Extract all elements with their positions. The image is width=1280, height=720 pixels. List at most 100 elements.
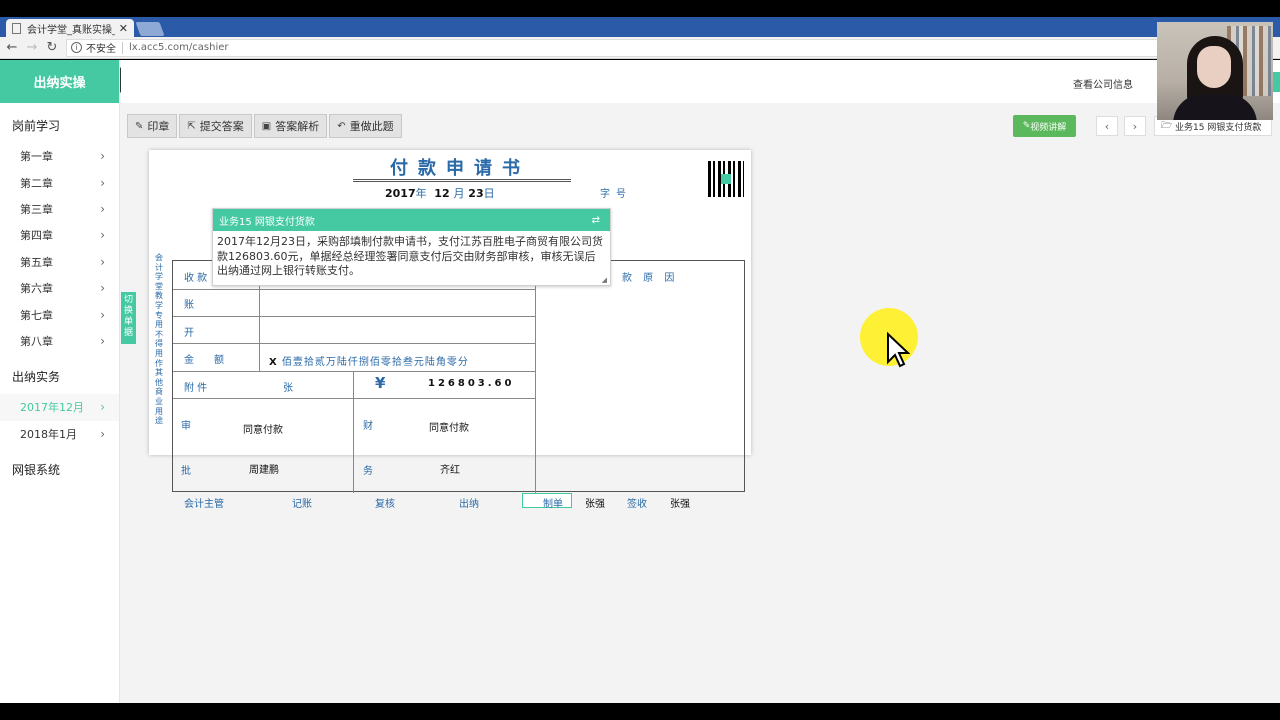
finance-label-wu: 务 — [363, 466, 373, 477]
stamp-label: 印章 — [147, 120, 170, 133]
task-popup[interactable]: 业务15 网银支付货款 ⇄ 2017年12月23日，采购部填制付款申请书，支付江… — [212, 208, 611, 286]
switch-document-tab[interactable]: 切换单据 — [121, 292, 136, 344]
next-button[interactable]: › — [1124, 116, 1146, 136]
view-company-info-link[interactable]: 查看公司信息 — [1073, 76, 1133, 91]
footer-review: 复核 — [375, 499, 395, 510]
chevron-right-icon: › — [100, 281, 105, 296]
date-year: 2017 — [385, 187, 416, 200]
url-text: lx.acc5.com/cashier — [129, 42, 229, 53]
presenter-body — [1173, 94, 1257, 120]
resize-handle-icon[interactable]: ◢ — [602, 276, 607, 284]
answer-analysis-button[interactable]: ▣ 答案解析 — [253, 114, 328, 138]
mouse-cursor-icon — [887, 332, 910, 368]
chevron-right-icon: › — [100, 228, 105, 243]
chevron-right-icon: › — [100, 400, 105, 415]
finance-person: 齐红 — [440, 465, 460, 476]
qr-code — [708, 161, 744, 197]
reload-icon[interactable]: ↻ — [44, 40, 60, 55]
sidebar-item[interactable]: 第一章 › — [0, 143, 119, 169]
back-icon[interactable]: ← — [4, 40, 20, 55]
video-explanation-button[interactable]: ✎ 视频讲解 — [1013, 115, 1076, 137]
letterbox-bottom — [0, 703, 1280, 720]
approval-text: 同意付款 — [243, 425, 283, 436]
new-tab-button[interactable] — [135, 22, 165, 36]
sidebar-item[interactable]: 2017年12月 › — [0, 394, 119, 421]
prev-button[interactable]: ‹ — [1096, 116, 1118, 136]
address-bar: ← → ↻ i 不安全 lx.acc5.com/cashier — [0, 37, 1280, 59]
date-month: 12 — [434, 187, 450, 200]
webcam-overlay — [1157, 22, 1273, 120]
payment-request-form: 付款申请书 2017年 12 月 23日 字号 会计学堂教学专用不得用作其他商业… — [149, 150, 751, 510]
info-icon[interactable]: i — [71, 42, 82, 53]
video-label: 视频讲解 — [1030, 122, 1067, 133]
attachment-label: 附 件 — [184, 383, 208, 394]
zihao-label: 字号 — [600, 189, 632, 200]
amount-words: 佰壹拾贰万陆仟捌佰零拾叁元陆角零分 — [281, 357, 469, 368]
swap-icon[interactable]: ⇄ — [592, 215, 600, 226]
grid-line — [173, 316, 535, 317]
footer-signer: 张强 — [670, 499, 690, 510]
amount-in-words: X 佰壹拾贰万陆仟捌佰零拾叁元陆角零分 — [269, 353, 469, 368]
page: 出纳实操 岗前学习 第一章 › 第二章 › 第三章 › 第四章 › 第五章 › 第六章 › 第七章 › 第八章… — [0, 60, 1280, 703]
submit-answer-button[interactable]: ⇱ 提交答案 — [179, 114, 252, 138]
chevron-right-icon: › — [100, 254, 105, 269]
browser-tab-bar: 会计学堂_真账实操_出纳 ✕ — [0, 17, 1280, 37]
title-underline — [353, 179, 571, 182]
sidebar-item[interactable]: 第七章 › — [0, 301, 119, 327]
sidebar-section-title[interactable]: 岗前学习 — [0, 103, 119, 143]
sidebar-menu: 岗前学习 第一章 › 第二章 › 第三章 › 第四章 › 第五章 › 第六章 › 第七章 › 第八章 › 出纳实务… — [0, 103, 119, 487]
approval-label-shen: 审 — [181, 421, 191, 432]
task-select-value: 业务15 网银支付货款 — [1175, 122, 1262, 133]
chevron-right-icon: › — [100, 149, 105, 164]
footer-supervisor: 会计主管 — [184, 499, 224, 510]
submit-label: 提交答案 — [199, 120, 244, 133]
sidebar-item[interactable]: 第二章 › — [0, 169, 119, 195]
sidebar-item-label: 第三章 — [20, 202, 53, 216]
sidebar-section-title[interactable]: 出纳实务 — [0, 354, 119, 394]
side-note: 会计学堂教学专用不得用作其他商业用途 — [155, 253, 163, 426]
amount-prefix: X — [269, 357, 278, 368]
chevron-right-icon: › — [100, 175, 105, 190]
header-action-button[interactable] — [1273, 72, 1280, 92]
browser-tab[interactable]: 会计学堂_真账实操_出纳 ✕ — [6, 19, 134, 37]
close-tab-icon[interactable]: ✕ — [119, 22, 128, 35]
sidebar-item[interactable]: 第五章 › — [0, 249, 119, 275]
brand-title: 出纳实操 — [0, 60, 119, 103]
page-icon — [12, 22, 21, 34]
separator — [122, 41, 123, 54]
sidebar-item[interactable]: 第八章 › — [0, 328, 119, 354]
sidebar-section-title[interactable]: 网银系统 — [0, 447, 119, 487]
finance-text: 同意付款 — [429, 423, 469, 434]
grid-line — [173, 289, 535, 290]
stamp-button[interactable]: ✎ 印章 — [127, 114, 178, 138]
redo-label: 重做此题 — [349, 120, 394, 133]
date-year-unit: 年 — [415, 187, 427, 200]
edit-icon: ✎ — [135, 120, 144, 132]
grid-line — [173, 343, 535, 344]
sidebar-item-label: 第六章 — [20, 282, 53, 296]
sidebar-item[interactable]: 2018年1月 › — [0, 421, 119, 447]
url-field[interactable]: i 不安全 lx.acc5.com/cashier — [66, 38, 1216, 57]
task-popup-header[interactable]: 业务15 网银支付货款 ⇄ — [213, 209, 610, 231]
tab-title: 会计学堂_真账实操_出纳 — [27, 24, 115, 36]
sidebar-item[interactable]: 第六章 › — [0, 275, 119, 301]
sidebar-item[interactable]: 第三章 › — [0, 196, 119, 222]
letterbox-top — [0, 0, 1280, 17]
redo-button[interactable]: ↶ 重做此题 — [329, 114, 402, 138]
date-month-unit: 月 — [453, 187, 465, 200]
account-label: 账 — [184, 300, 194, 311]
date-day: 23 — [468, 187, 484, 200]
sidebar-item-label: 2017年12月 — [20, 401, 84, 415]
form-title: 付款申请书 — [390, 158, 530, 179]
attachment-unit: 张 — [283, 383, 293, 394]
grid-line — [173, 371, 535, 372]
forward-icon[interactable]: → — [24, 40, 40, 55]
sidebar-item[interactable]: 第四章 › — [0, 222, 119, 248]
presenter-face — [1197, 46, 1231, 88]
amount-number: 126803.60 — [428, 378, 515, 389]
footer-preparer-label: 制单 — [543, 499, 563, 510]
approver-name: 周建鹏 — [249, 465, 279, 476]
sidebar-item-label: 第四章 — [20, 229, 53, 243]
form-table: 收 款 账 开 款 原 因 金 额 X 佰壹拾贰万陆仟捌佰零拾叁元陆角零分 附 … — [172, 260, 745, 493]
finance-label-cai: 财 — [363, 421, 373, 432]
